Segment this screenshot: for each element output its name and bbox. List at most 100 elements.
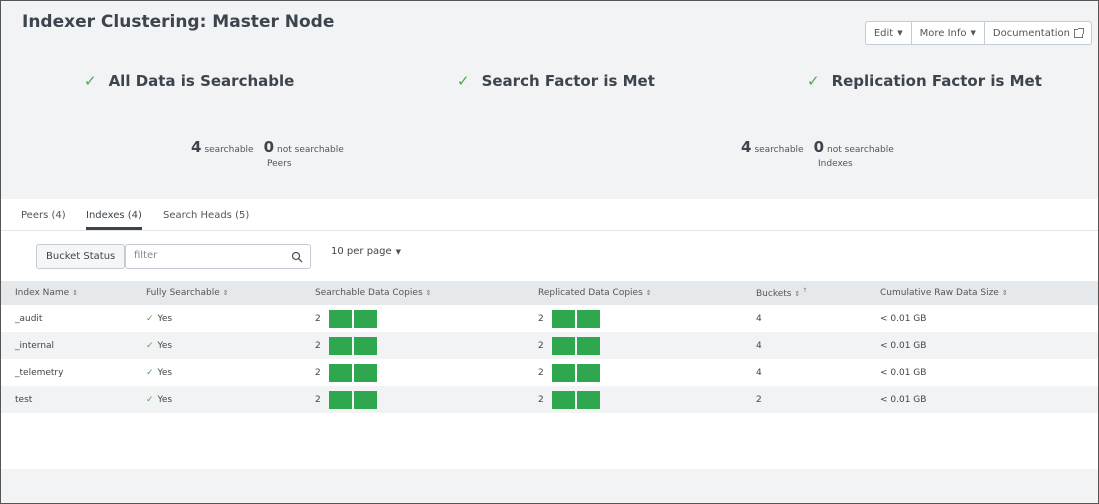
tab-bar: Peers (4) Indexes (4) Search Heads (5) — [1, 199, 1098, 231]
indexes-counts: 4 searchable 0 not searchable — [741, 138, 904, 156]
filter-box — [125, 244, 311, 269]
replicated-copies-cell: 2 — [538, 363, 600, 382]
tab-indexes[interactable]: Indexes (4) — [86, 210, 142, 230]
footer-band — [1, 469, 1098, 503]
searchable-copies-cell: 2 — [315, 363, 377, 382]
chevron-down-icon: ▼ — [395, 247, 402, 256]
chevron-down-icon: ▼ — [970, 29, 976, 37]
column-header-fully-searchable[interactable]: Fully Searchable ⇕ — [146, 288, 229, 298]
column-header-raw-size[interactable]: Cumulative Raw Data Size ⇕ — [880, 288, 1008, 298]
fully-searchable-cell: ✓ Yes — [146, 394, 173, 405]
copies-bar — [328, 309, 377, 328]
sort-icon: ⇕ — [794, 290, 801, 298]
status-replication-factor: ✓ Replication Factor is Met — [807, 72, 1042, 90]
page-title: Indexer Clustering: Master Node — [22, 12, 335, 32]
check-icon: ✓ — [146, 367, 154, 378]
filter-input[interactable] — [134, 250, 284, 261]
peers-not-searchable-label: not searchable — [277, 145, 344, 155]
searchable-copies-cell: 2 — [315, 336, 377, 355]
check-icon: ✓ — [146, 394, 154, 405]
indexes-searchable-count: 4 — [741, 138, 752, 156]
check-icon: ✓ — [146, 313, 154, 324]
index-name: test — [15, 394, 33, 405]
replicated-copies-cell: 2 — [538, 309, 600, 328]
table-row: test ✓ Yes 2 2 2 < 0.01 GB — [1, 386, 1098, 413]
edit-button[interactable]: Edit ▼ — [864, 21, 912, 45]
table-row: _internal ✓ Yes 2 2 4 < 0.01 GB — [1, 332, 1098, 359]
copies-bar — [551, 390, 600, 409]
fully-searchable-cell: ✓ Yes — [146, 313, 173, 324]
table-header: Index Name ⇕ Fully Searchable ⇕ Searchable… — [1, 281, 1098, 305]
peers-searchable-count: 4 — [191, 138, 202, 156]
fully-searchable-cell: ✓ Yes — [146, 367, 173, 378]
status-data-searchable-label: All Data is Searchable — [108, 72, 295, 90]
sort-icon: ⇕ — [1001, 289, 1008, 297]
raw-size-cell: < 0.01 GB — [880, 367, 927, 378]
copies-bar — [328, 390, 377, 409]
app-frame: Indexer Clustering: Master Node Edit ▼ M… — [0, 0, 1099, 504]
buckets-cell: 4 — [756, 367, 762, 378]
sort-icon: ⇕ — [645, 289, 652, 297]
column-header-index-name[interactable]: Index Name ⇕ — [15, 288, 78, 298]
edit-button-label: Edit — [873, 27, 894, 39]
sort-icon: ⇕ — [222, 289, 229, 297]
table-row: _telemetry ✓ Yes 2 2 4 < 0.01 GB — [1, 359, 1098, 386]
buckets-cell: 4 — [756, 340, 762, 351]
index-name: _internal — [15, 340, 55, 351]
raw-size-cell: < 0.01 GB — [880, 394, 927, 405]
copies-bar — [551, 309, 600, 328]
status-replication-factor-label: Replication Factor is Met — [831, 72, 1042, 90]
sorted-indicator-icon: ↑ — [802, 287, 808, 294]
copies-bar — [551, 336, 600, 355]
raw-size-cell: < 0.01 GB — [880, 340, 927, 351]
header-button-group: Edit ▼ More Info ▼ Documentation — [864, 21, 1092, 45]
copies-bar — [551, 363, 600, 382]
buckets-cell: 2 — [756, 394, 762, 405]
per-page-label: 10 per page — [331, 246, 392, 257]
documentation-button[interactable]: Documentation — [984, 21, 1092, 45]
bucket-status-button[interactable]: Bucket Status — [36, 244, 126, 269]
column-header-replicated-copies[interactable]: Replicated Data Copies ⇕ — [538, 288, 652, 298]
index-name: _audit — [15, 313, 43, 324]
copies-bar — [328, 336, 377, 355]
buckets-cell: 4 — [756, 313, 762, 324]
check-icon: ✓ — [84, 72, 97, 90]
check-icon: ✓ — [146, 340, 154, 351]
copies-bar — [328, 363, 377, 382]
indexes-summary-label: Indexes — [818, 159, 853, 169]
status-data-searchable: ✓ All Data is Searchable — [84, 72, 294, 90]
column-header-buckets[interactable]: Buckets ⇕ ↑ — [756, 287, 807, 299]
peers-summary-label: Peers — [267, 159, 292, 169]
external-link-icon — [1074, 27, 1084, 38]
check-icon: ✓ — [457, 72, 470, 90]
column-header-searchable-copies[interactable]: Searchable Data Copies ⇕ — [315, 288, 432, 298]
replicated-copies-cell: 2 — [538, 390, 600, 409]
tab-search-heads[interactable]: Search Heads (5) — [163, 210, 249, 221]
per-page-select[interactable]: 10 per page ▼ — [331, 246, 401, 257]
page-header: Indexer Clustering: Master Node Edit ▼ M… — [1, 1, 1098, 199]
indexes-table: Index Name ⇕ Fully Searchable ⇕ Searchable… — [1, 281, 1098, 413]
status-search-factor-label: Search Factor is Met — [481, 72, 655, 90]
index-name: _telemetry — [15, 367, 64, 378]
indexes-not-searchable-label: not searchable — [827, 145, 894, 155]
more-info-button[interactable]: More Info ▼ — [911, 21, 985, 45]
tab-peers[interactable]: Peers (4) — [21, 210, 66, 221]
more-info-button-label: More Info — [919, 27, 967, 39]
check-icon: ✓ — [807, 72, 820, 90]
searchable-copies-cell: 2 — [315, 390, 377, 409]
sort-icon: ⇕ — [425, 289, 432, 297]
table-toolbar: Bucket Status 10 per page ▼ — [1, 232, 1098, 274]
indexes-searchable-label: searchable — [754, 145, 804, 155]
search-icon[interactable] — [291, 251, 303, 263]
table-row: _audit ✓ Yes 2 2 4 < 0.01 GB — [1, 305, 1098, 332]
peers-counts: 4 searchable 0 not searchable — [191, 138, 354, 156]
peers-not-searchable-count: 0 — [263, 138, 275, 156]
raw-size-cell: < 0.01 GB — [880, 313, 927, 324]
indexes-not-searchable-count: 0 — [813, 138, 825, 156]
searchable-copies-cell: 2 — [315, 309, 377, 328]
status-search-factor: ✓ Search Factor is Met — [457, 72, 655, 90]
sort-icon: ⇕ — [72, 289, 79, 297]
peers-searchable-label: searchable — [204, 145, 254, 155]
replicated-copies-cell: 2 — [538, 336, 600, 355]
chevron-down-icon: ▼ — [897, 29, 903, 37]
